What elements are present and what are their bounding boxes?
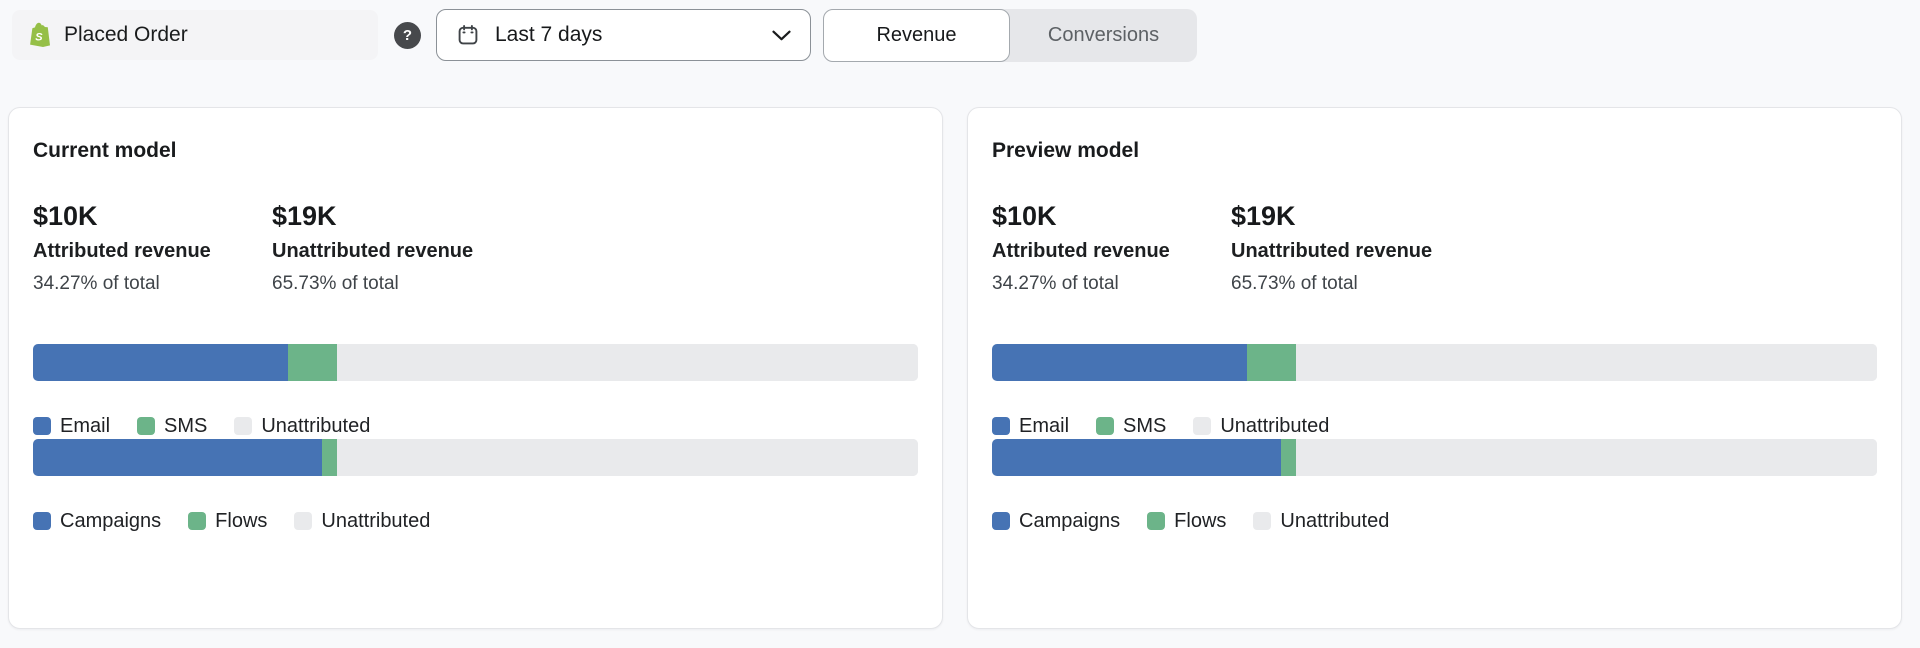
legend-label-sms: SMS <box>1123 413 1166 439</box>
legend-item-email: Email <box>992 413 1069 439</box>
toggle-option-conversions[interactable]: Conversions <box>1010 9 1197 62</box>
stat-label: Attributed revenue <box>992 238 1231 264</box>
bar-segment-unattributed <box>1296 344 1877 381</box>
current-model-card: Current model $10K Attributed revenue 34… <box>8 107 943 629</box>
model-comparison-cards: Current model $10K Attributed revenue 34… <box>8 107 1902 629</box>
legend: Email SMS Unattributed <box>992 413 1877 439</box>
stat-value: $19K <box>1231 200 1470 232</box>
legend-label-flows: Flows <box>1174 508 1226 534</box>
stat-share: 65.73% of total <box>272 272 511 296</box>
help-icon[interactable]: ? <box>394 22 421 49</box>
legend-label-campaigns: Campaigns <box>1019 508 1120 534</box>
legend-swatch-email <box>992 417 1010 435</box>
legend-label-unattributed: Unattributed <box>1220 413 1329 439</box>
legend-label-unattributed: Unattributed <box>261 413 370 439</box>
stat-label: Attributed revenue <box>33 238 272 264</box>
legend-label-flows: Flows <box>215 508 267 534</box>
legend-label-unattributed: Unattributed <box>321 508 430 534</box>
bar-segment-email <box>33 344 288 381</box>
preview-model-card: Preview model $10K Attributed revenue 34… <box>967 107 1902 629</box>
unattributed-revenue-stat: $19K Unattributed revenue 65.73% of tota… <box>1231 200 1470 296</box>
legend-swatch-sms <box>1096 417 1114 435</box>
legend: Email SMS Unattributed <box>33 413 918 439</box>
stat-label: Unattributed revenue <box>272 238 511 264</box>
legend-item-unattributed: Unattributed <box>294 508 430 534</box>
legend-item-flows: Flows <box>1147 508 1226 534</box>
toggle-option-revenue[interactable]: Revenue <box>823 9 1010 62</box>
legend-item-unattributed: Unattributed <box>1193 413 1329 439</box>
legend-label-unattributed: Unattributed <box>1280 508 1389 534</box>
question-mark-glyph: ? <box>403 27 412 44</box>
stacked-bar <box>992 344 1877 381</box>
bar-segment-email <box>992 344 1247 381</box>
attributed-revenue-stat: $10K Attributed revenue 34.27% of total <box>33 200 272 296</box>
stat-value: $10K <box>992 200 1231 232</box>
legend-swatch-unattributed <box>234 417 252 435</box>
legend-swatch-unattributed <box>1193 417 1211 435</box>
bar-segment-campaigns <box>992 439 1281 476</box>
legend-swatch-unattributed <box>1253 512 1271 530</box>
stat-label: Unattributed revenue <box>1231 238 1470 264</box>
date-range-value: Last 7 days <box>495 23 602 47</box>
legend-item-unattributed: Unattributed <box>234 413 370 439</box>
stacked-bar <box>992 439 1877 476</box>
legend-item-campaigns: Campaigns <box>992 508 1120 534</box>
stat-share: 65.73% of total <box>1231 272 1470 296</box>
message-type-breakdown-chart: Campaigns Flows Unattributed <box>992 439 1877 534</box>
channel-breakdown-chart: Email SMS Unattributed <box>992 344 1877 439</box>
message-type-breakdown-chart: Campaigns Flows Unattributed <box>33 439 918 534</box>
shopify-bag-icon: S <box>28 22 51 49</box>
date-range-select[interactable]: Last 7 days <box>436 9 811 61</box>
stat-share: 34.27% of total <box>33 272 272 296</box>
legend-swatch-campaigns <box>33 512 51 530</box>
metric-selector-chip[interactable]: S Placed Order <box>12 10 378 60</box>
bar-segment-flows <box>322 439 337 476</box>
legend: Campaigns Flows Unattributed <box>992 508 1877 534</box>
calendar-icon <box>456 23 480 47</box>
legend-label-email: Email <box>60 413 110 439</box>
bar-segment-unattributed <box>337 439 918 476</box>
stat-value: $10K <box>33 200 272 232</box>
toolbar: S Placed Order ? Last 7 days Revenue Con… <box>12 8 1197 62</box>
bar-segment-unattributed <box>337 344 918 381</box>
legend-swatch-flows <box>188 512 206 530</box>
legend-item-flows: Flows <box>188 508 267 534</box>
legend-swatch-email <box>33 417 51 435</box>
bar-segment-sms <box>288 344 337 381</box>
card-title: Preview model <box>992 138 1877 164</box>
legend-label-campaigns: Campaigns <box>60 508 161 534</box>
legend-label-sms: SMS <box>164 413 207 439</box>
card-title: Current model <box>33 138 918 164</box>
bar-segment-campaigns <box>33 439 322 476</box>
metric-name: Placed Order <box>64 23 188 47</box>
bar-segment-unattributed <box>1296 439 1877 476</box>
legend-swatch-flows <box>1147 512 1165 530</box>
legend-item-sms: SMS <box>137 413 207 439</box>
chevron-down-icon <box>772 30 791 41</box>
channel-breakdown-chart: Email SMS Unattributed <box>33 344 918 439</box>
stacked-bar <box>33 344 918 381</box>
stats-row: $10K Attributed revenue 34.27% of total … <box>992 200 1877 296</box>
stats-row: $10K Attributed revenue 34.27% of total … <box>33 200 918 296</box>
legend-label-email: Email <box>1019 413 1069 439</box>
bar-segment-sms <box>1247 344 1296 381</box>
stat-share: 34.27% of total <box>992 272 1231 296</box>
legend-swatch-sms <box>137 417 155 435</box>
legend-swatch-unattributed <box>294 512 312 530</box>
unattributed-revenue-stat: $19K Unattributed revenue 65.73% of tota… <box>272 200 511 296</box>
legend-item-email: Email <box>33 413 110 439</box>
attributed-revenue-stat: $10K Attributed revenue 34.27% of total <box>992 200 1231 296</box>
legend: Campaigns Flows Unattributed <box>33 508 918 534</box>
svg-text:S: S <box>35 31 43 43</box>
legend-item-unattributed: Unattributed <box>1253 508 1389 534</box>
metric-view-toggle: Revenue Conversions <box>823 9 1197 62</box>
stacked-bar <box>33 439 918 476</box>
legend-item-sms: SMS <box>1096 413 1166 439</box>
stat-value: $19K <box>272 200 511 232</box>
legend-swatch-campaigns <box>992 512 1010 530</box>
bar-segment-flows <box>1281 439 1296 476</box>
legend-item-campaigns: Campaigns <box>33 508 161 534</box>
